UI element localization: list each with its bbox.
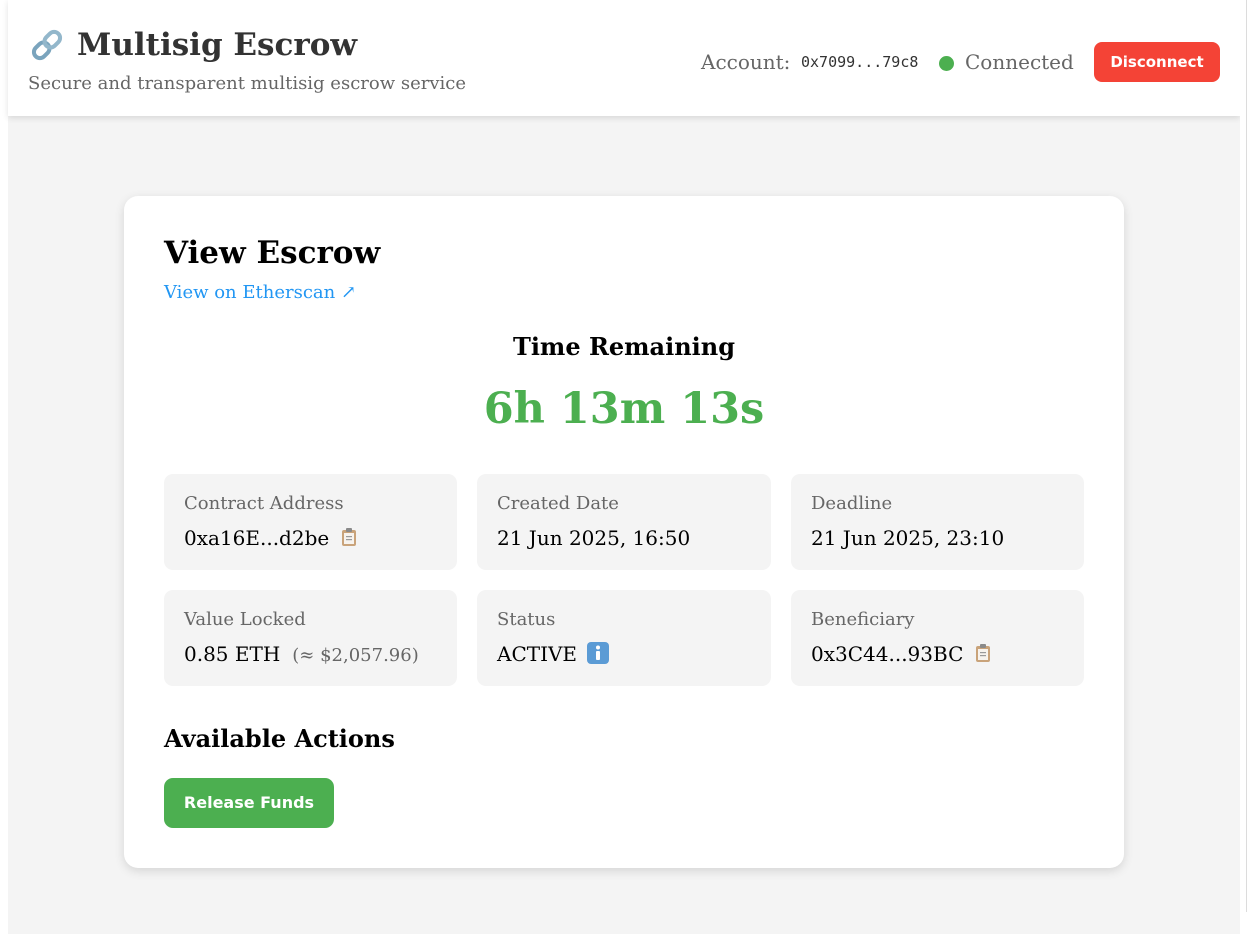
created-date-value: 21 Jun 2025, 16:50 (497, 526, 691, 550)
contract-address-value: 0xa16E...d2be (184, 525, 357, 551)
contract-address-label: Contract Address (184, 493, 344, 514)
release-funds-button[interactable]: Release Funds (164, 778, 334, 828)
time-remaining-label: Time Remaining (512, 332, 736, 361)
clipboard-icon[interactable] (341, 527, 357, 547)
usd-equivalent: (≈ $2,057.96) (292, 645, 419, 666)
contract-address-text: 0xa16E...d2be (184, 526, 330, 550)
app-header: Multisig Escrow Secure and transparent m… (8, 0, 1240, 116)
page-title: View Escrow (164, 235, 381, 271)
app-subtitle: Secure and transparent multisig escrow s… (28, 73, 467, 94)
value-locked-box: Value Locked 0.85 ETH (≈ $2,057.96) (164, 590, 457, 686)
beneficiary-address: 0x3C44...93BC (811, 642, 964, 666)
app-title: Multisig Escrow (28, 26, 357, 64)
beneficiary-value: 0x3C44...93BC (811, 641, 991, 667)
status-badge: ACTIVE (497, 642, 578, 666)
window-scrollbar-divider (1246, 0, 1247, 912)
deadline-box: Deadline 21 Jun 2025, 23:10 (791, 474, 1084, 570)
account-label: Account: (701, 50, 791, 74)
deadline-label: Deadline (811, 493, 893, 514)
value-locked-label: Value Locked (184, 609, 306, 630)
window-right-edge (1240, 0, 1249, 934)
value-locked-amount: 0.85 ETH (184, 642, 281, 666)
view-on-etherscan-link[interactable]: View on Etherscan ↗ (164, 282, 356, 304)
info-icon[interactable] (587, 642, 610, 664)
countdown-timer: 6h 13m 13s (483, 384, 765, 434)
connected-status-dot (939, 56, 954, 71)
created-date-label: Created Date (497, 493, 619, 514)
page-background: Multisig Escrow Secure and transparent m… (8, 0, 1240, 934)
view-escrow-card: View Escrow View on Etherscan ↗ Time Rem… (124, 196, 1124, 868)
beneficiary-box: Beneficiary 0x3C44...93BC (791, 590, 1084, 686)
contract-address-box: Contract Address 0xa16E...d2be (164, 474, 457, 570)
created-date-box: Created Date 21 Jun 2025, 16:50 (477, 474, 771, 570)
value-locked-value: 0.85 ETH (≈ $2,057.96) (184, 641, 419, 669)
available-actions-heading: Available Actions (164, 724, 395, 753)
app-title-text: Multisig Escrow (77, 27, 358, 63)
clipboard-icon[interactable] (975, 643, 991, 663)
beneficiary-label: Beneficiary (811, 609, 915, 630)
account-address: 0x7099...79c8 (801, 53, 919, 71)
connection-status: Connected (965, 50, 1074, 74)
disconnect-button[interactable]: Disconnect (1094, 42, 1220, 82)
status-label: Status (497, 609, 556, 630)
deadline-value: 21 Jun 2025, 23:10 (811, 526, 1005, 550)
status-value: ACTIVE (497, 641, 610, 667)
link-icon (31, 29, 63, 61)
status-box: Status ACTIVE (477, 590, 771, 686)
